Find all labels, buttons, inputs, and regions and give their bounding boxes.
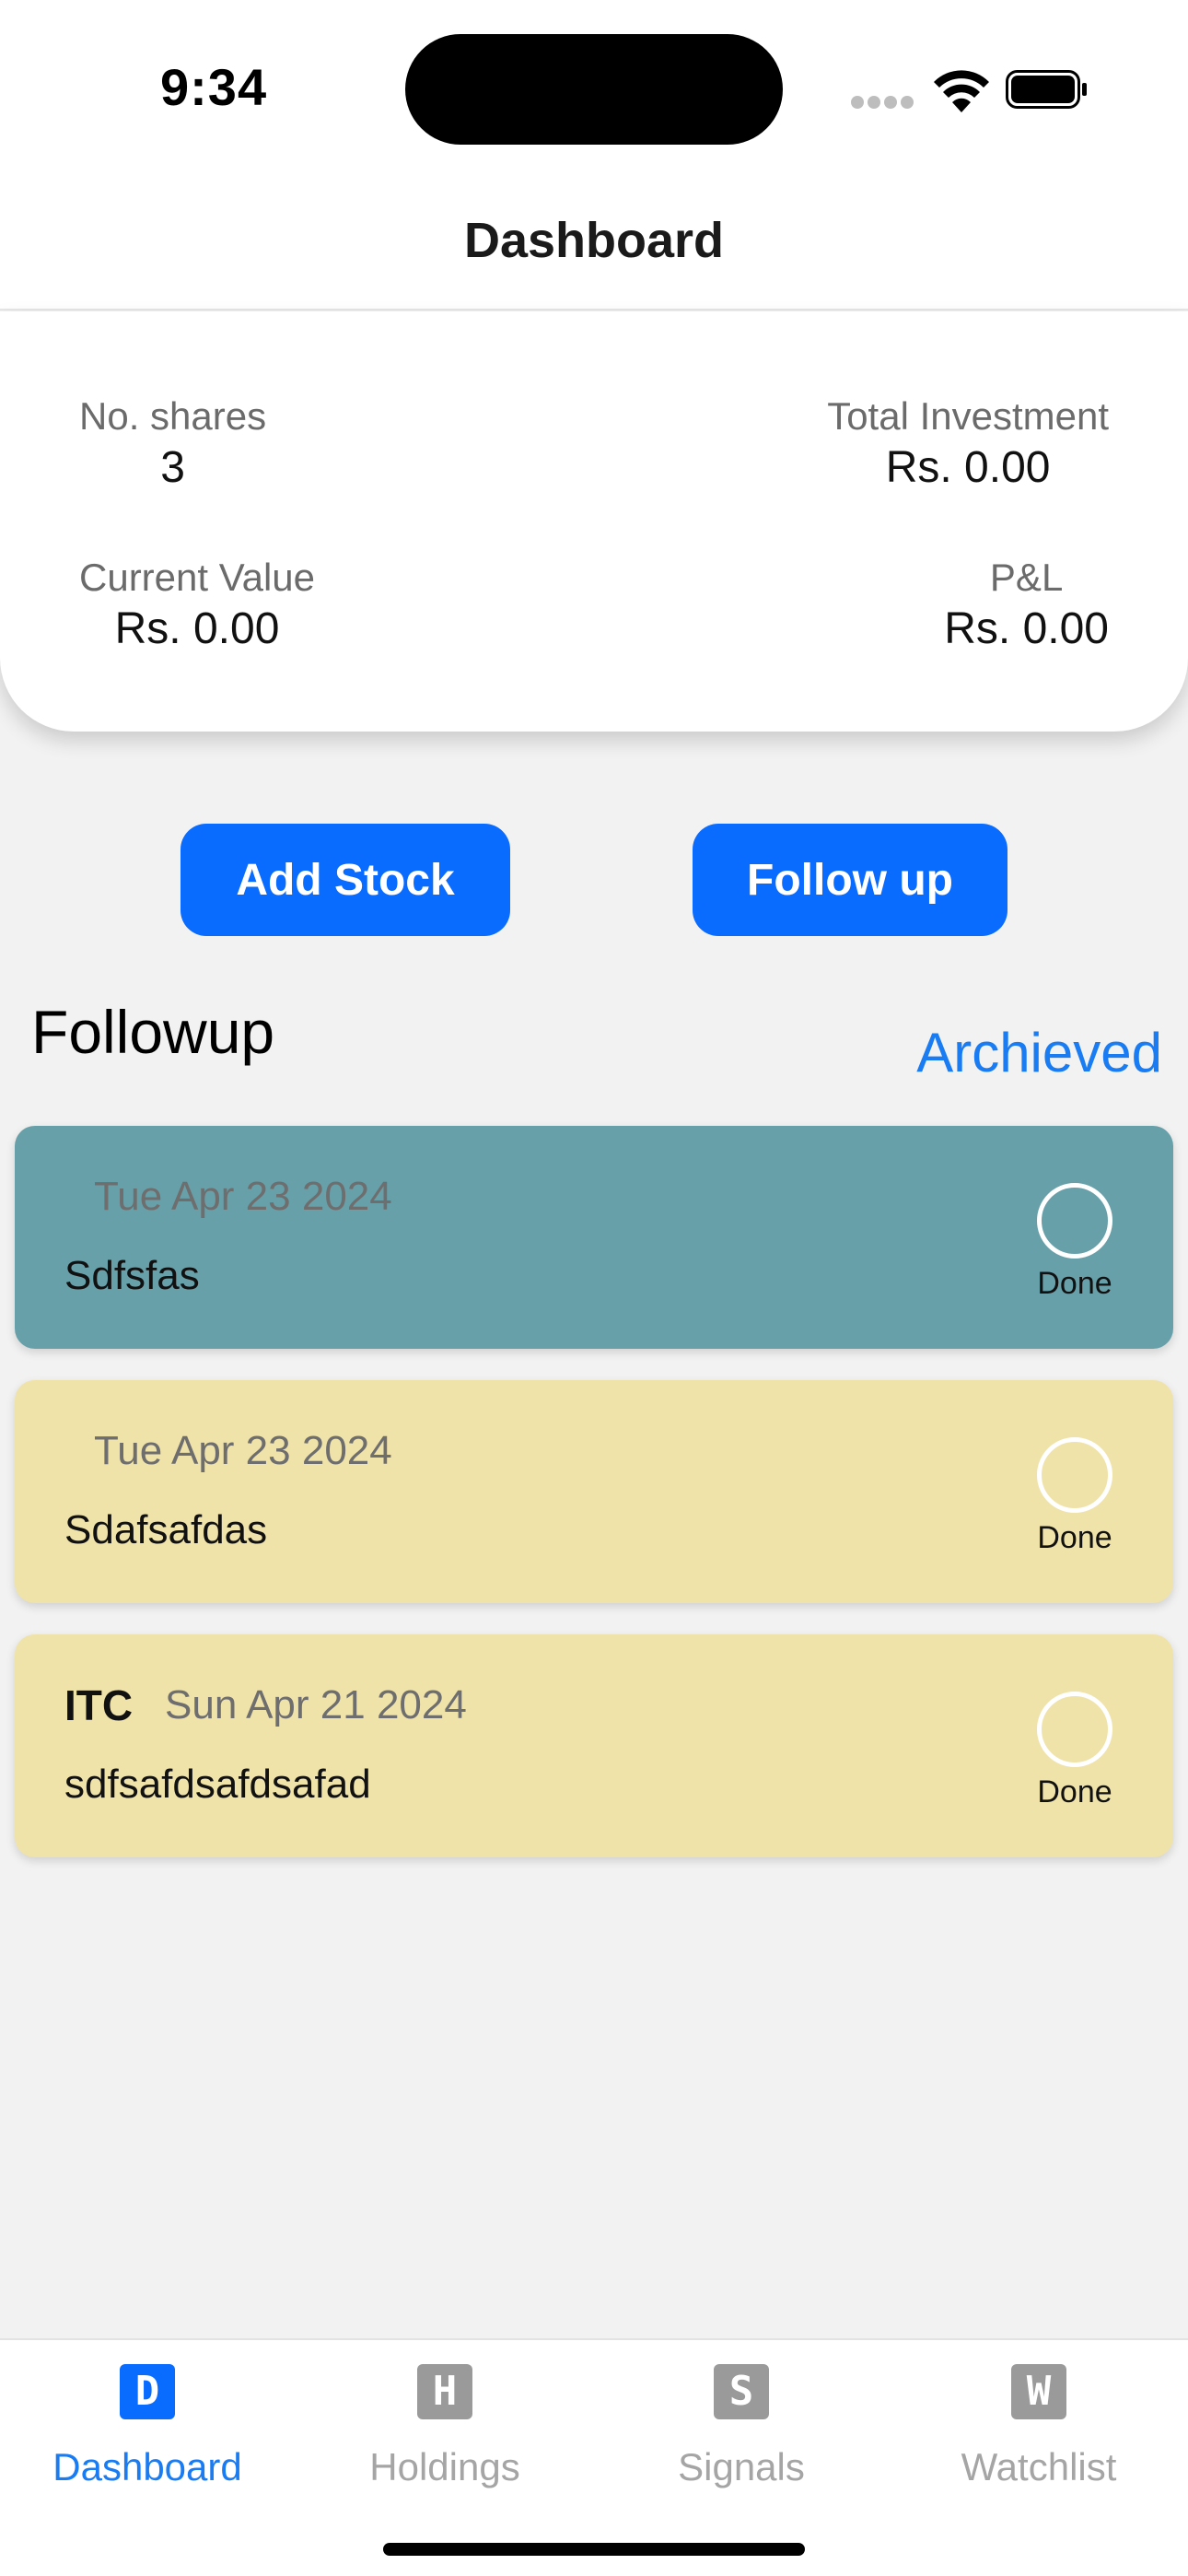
current-value-stat: Current Value Rs. 0.00 [79, 556, 315, 654]
followup-note: Sdafsafdas [64, 1507, 268, 1552]
signals-tab-icon: S [714, 2364, 769, 2419]
follow-up-button[interactable]: Follow up [693, 824, 1007, 936]
status-time: 9:34 [160, 58, 268, 116]
page-title: Dashboard [463, 213, 725, 268]
followup-section-title: Followup [31, 998, 275, 1066]
pl-label: P&L [989, 556, 1064, 599]
followup-card[interactable]: Tue Apr 23 2024 Sdafsafdas Done [15, 1380, 1173, 1603]
tab-holdings[interactable]: H Holdings [307, 2364, 583, 2489]
followup-date: Tue Apr 23 2024 [94, 1174, 392, 1219]
total-investment-value: Rs. 0.00 [885, 443, 1051, 492]
total-investment-stat: Total Investment Rs. 0.00 [827, 394, 1109, 493]
current-value-label: Current Value [79, 556, 316, 599]
wifi-icon [934, 70, 989, 112]
done-label: Done [1037, 1520, 1112, 1555]
followup-note: Sdfsfas [64, 1253, 200, 1298]
done-checkbox[interactable] [1037, 1437, 1112, 1513]
tab-dashboard[interactable]: D Dashboard [9, 2364, 285, 2489]
followup-date: Sun Apr 21 2024 [165, 1682, 467, 1727]
followup-card[interactable]: ITC Sun Apr 21 2024 sdfsafdsafdsafad Don… [15, 1634, 1173, 1857]
current-value-amount: Rs. 0.00 [114, 604, 280, 653]
shares-value: 3 [160, 443, 185, 492]
tab-bar: D Dashboard H Holdings S Signals W Watch… [0, 2338, 1188, 2576]
followup-card[interactable]: Tue Apr 23 2024 Sdfsfas Done [15, 1126, 1173, 1349]
pl-stat: P&L Rs. 0.00 [944, 556, 1109, 654]
tab-watchlist[interactable]: W Watchlist [901, 2364, 1177, 2489]
watchlist-tab-icon: W [1011, 2364, 1066, 2419]
shares-stat: No. shares 3 [79, 394, 266, 493]
tab-label: Holdings [369, 2445, 520, 2488]
done-checkbox[interactable] [1037, 1692, 1112, 1767]
followup-date: Tue Apr 23 2024 [94, 1428, 392, 1473]
followup-stock-symbol: ITC [64, 1681, 134, 1729]
tab-label: Dashboard [52, 2445, 242, 2488]
done-checkbox[interactable] [1037, 1183, 1112, 1259]
portfolio-summary-card: No. shares 3 Total Investment Rs. 0.00 C… [0, 311, 1188, 732]
top-bar: 9:34 Dashboard [0, 0, 1188, 310]
holdings-tab-icon: H [417, 2364, 472, 2419]
dashboard-tab-icon: D [120, 2364, 175, 2419]
done-label: Done [1037, 1774, 1112, 1809]
dashboard-screen: 9:34 Dashboard No. shares 3 Total Invest… [0, 0, 1188, 2576]
tab-label: Watchlist [961, 2445, 1117, 2488]
archived-link[interactable]: Archieved [916, 1021, 1162, 1084]
pl-value: Rs. 0.00 [944, 604, 1109, 653]
battery-icon [1006, 70, 1087, 109]
cellular-signal-icon [851, 96, 914, 111]
shares-label: No. shares [79, 394, 267, 438]
done-label: Done [1037, 1266, 1112, 1301]
tab-signals[interactable]: S Signals [603, 2364, 879, 2489]
followup-note: sdfsafdsafdsafad [64, 1762, 371, 1807]
tab-label: Signals [678, 2445, 805, 2488]
home-indicator [383, 2543, 805, 2556]
add-stock-button[interactable]: Add Stock [181, 824, 510, 936]
dynamic-island [405, 34, 783, 145]
total-investment-label: Total Investment [827, 394, 1109, 438]
